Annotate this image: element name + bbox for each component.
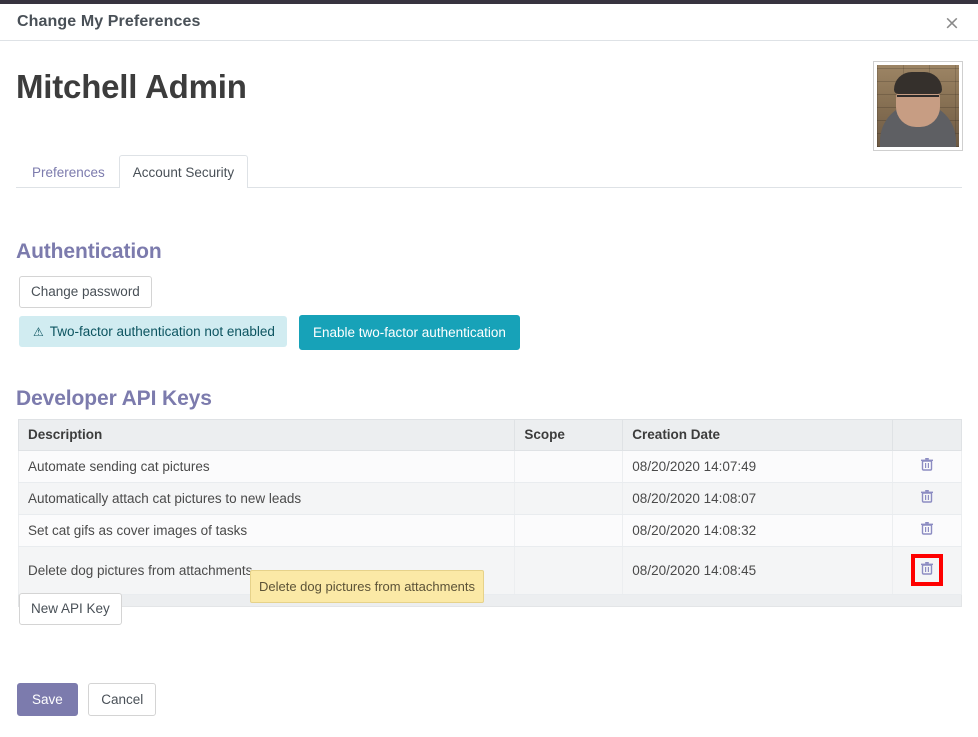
cell-creation-date: 08/20/2020 14:08:07 [623,483,893,515]
page-title: Mitchell Admin [16,68,247,106]
two-factor-status-text: Two-factor authentication not enabled [50,324,275,339]
cell-creation-date: 08/20/2020 14:07:49 [623,451,893,483]
modal-body: Mitchell Admin Preferences Account Secur… [0,41,978,188]
tooltip: Delete dog pictures from attachments [250,570,484,603]
delete-api-key-highlight [911,554,943,586]
cell-actions [893,547,962,595]
table-row: Automatically attach cat pictures to new… [19,483,962,515]
cell-creation-date: 08/20/2020 14:08:32 [623,515,893,547]
glasses-icon [897,95,939,104]
trash-icon[interactable] [921,562,933,578]
modal-title: Change My Preferences [17,13,201,31]
table-row: Automate sending cat pictures 08/20/2020… [19,451,962,483]
column-header-description: Description [19,420,515,451]
tab-account-security[interactable]: Account Security [119,155,248,188]
cell-scope [515,515,623,547]
column-header-scope: Scope [515,420,623,451]
authentication-heading: Authentication [16,240,162,264]
cell-scope [515,483,623,515]
cell-actions [893,451,962,483]
modal-header: Change My Preferences × [0,4,978,41]
enable-two-factor-button[interactable]: Enable two-factor authentication [299,315,520,350]
api-keys-table-head: Description Scope Creation Date [19,420,962,451]
close-icon[interactable]: × [938,12,966,36]
cell-scope [515,547,623,595]
api-keys-table: Description Scope Creation Date Automate… [18,419,962,595]
table-footer-strip [18,595,962,607]
warning-icon: ⚠ [33,326,44,338]
table-row: Set cat gifs as cover images of tasks 08… [19,515,962,547]
table-row: Delete dog pictures from attachments 08/… [19,547,962,595]
cell-actions [893,515,962,547]
tab-bar: Preferences Account Security [16,155,962,188]
trash-icon[interactable] [921,490,933,506]
trash-icon[interactable] [921,522,933,538]
avatar-image [877,65,959,147]
avatar[interactable] [873,61,963,151]
developer-api-keys-heading: Developer API Keys [16,387,212,411]
status-badge-2fa: ⚠ Two-factor authentication not enabled [19,316,287,347]
column-header-actions [893,420,962,451]
avatar-hair-shape [894,72,942,94]
modal-footer: Save Cancel [0,683,978,716]
trash-icon[interactable] [921,458,933,474]
column-header-creation-date: Creation Date [623,420,893,451]
save-button[interactable]: Save [17,683,78,716]
tab-preferences[interactable]: Preferences [18,155,119,188]
api-keys-table-body: Automate sending cat pictures 08/20/2020… [19,451,962,595]
cell-creation-date: 08/20/2020 14:08:45 [623,547,893,595]
api-keys-table-wrapper: Description Scope Creation Date Automate… [18,419,962,607]
cell-scope [515,451,623,483]
cell-description: Set cat gifs as cover images of tasks [19,515,515,547]
change-preferences-modal: Change My Preferences × Mitchell Admin P… [0,4,978,737]
cancel-button[interactable]: Cancel [88,683,156,716]
cell-actions [893,483,962,515]
identity-row: Mitchell Admin [16,41,962,151]
new-api-key-button[interactable]: New API Key [19,593,122,625]
cell-description: Automate sending cat pictures [19,451,515,483]
table-header-row: Description Scope Creation Date [19,420,962,451]
cell-description: Automatically attach cat pictures to new… [19,483,515,515]
change-password-button[interactable]: Change password [19,276,152,308]
